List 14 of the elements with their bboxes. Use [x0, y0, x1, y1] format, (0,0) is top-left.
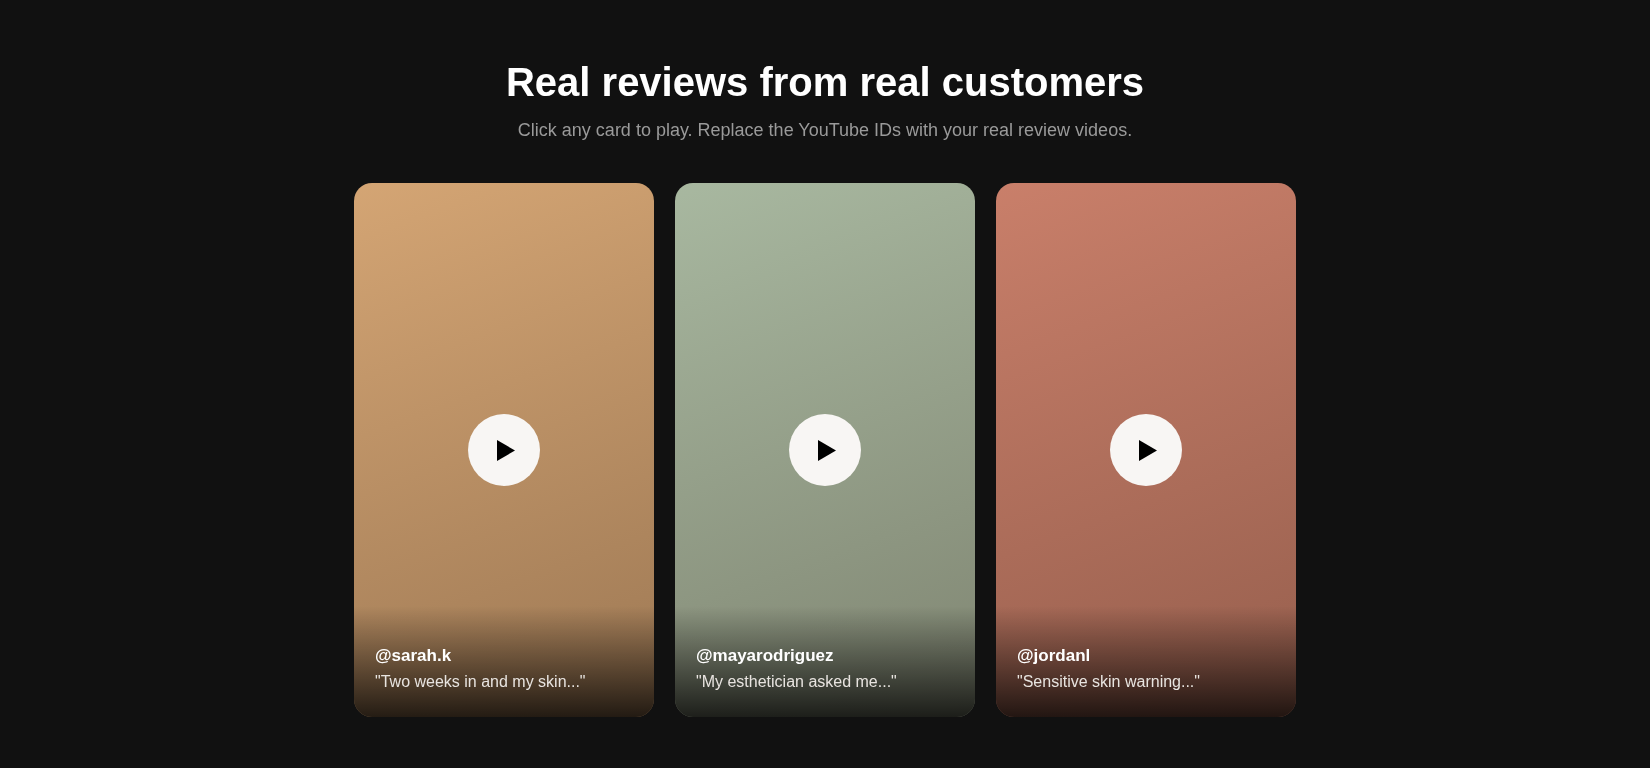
section-subtitle: Click any card to play. Replace the YouTube IDs with your real review videos.	[517, 119, 1133, 141]
reviewer-handle: @jordanl	[1017, 646, 1092, 666]
reviewer-handle: @sarah.k	[375, 646, 453, 666]
video-card[interactable]: @mayarodriguez "My esthetician asked me..."	[675, 183, 975, 717]
reviewer-handle: @mayarodriguez	[696, 646, 835, 666]
video-card[interactable]: @sarah.k "Two weeks in and my skin..."	[354, 183, 654, 717]
review-quote: "Sensitive skin warning..."	[1017, 673, 1201, 691]
review-quote: "My esthetician asked me..."	[696, 673, 898, 691]
play-icon	[497, 439, 515, 461]
play-icon	[818, 439, 836, 461]
review-quote: "Two weeks in and my skin..."	[375, 673, 587, 691]
play-icon	[1139, 439, 1157, 461]
video-card[interactable]: @jordanl "Sensitive skin warning..."	[996, 183, 1296, 717]
section-title: Real reviews from real customers	[505, 59, 1145, 106]
